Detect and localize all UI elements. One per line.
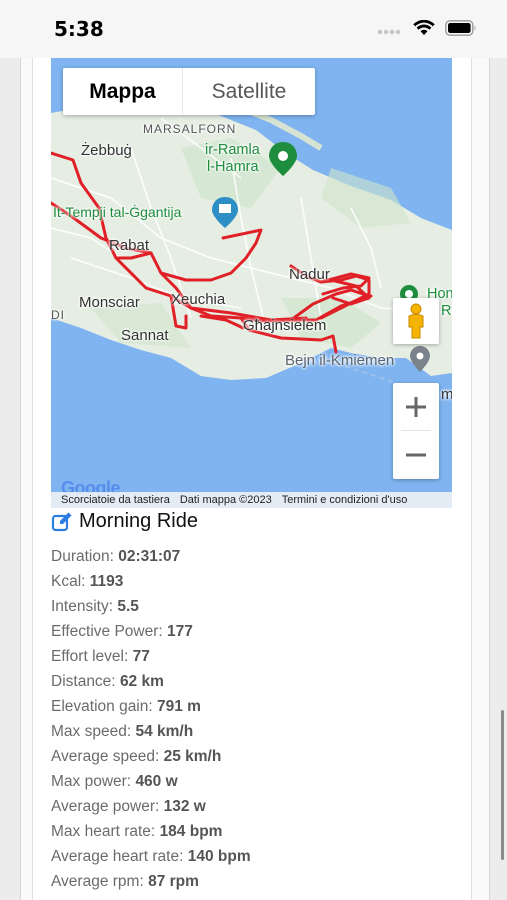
- stat-label: Intensity:: [51, 598, 114, 615]
- map-label-sannat: Sannat: [121, 327, 169, 344]
- stat-elevation-gain: Elevation gain: 791 m: [51, 694, 461, 719]
- scroll-indicator[interactable]: [501, 710, 504, 860]
- map-data-link[interactable]: Dati mappa ©2023: [175, 494, 277, 506]
- map-attribution-bar: Scorciatoie da tastiera Dati mappa ©2023…: [51, 492, 452, 508]
- zoom-in-button[interactable]: [393, 383, 439, 431]
- map-label-bejn: Bejn il-Kmiemen: [285, 352, 395, 369]
- stat-value: 1193: [89, 573, 124, 590]
- stat-label: Distance:: [51, 673, 116, 690]
- stat-value: 791 m: [157, 698, 201, 715]
- terms-link[interactable]: Termini e condizioni d'uso: [277, 494, 413, 506]
- stat-label: Average rpm:: [51, 873, 144, 890]
- stat-label: Max power:: [51, 773, 132, 790]
- minus-icon: [406, 453, 426, 457]
- stat-intensity: Intensity: 5.5: [51, 594, 461, 619]
- zoom-control: [393, 383, 439, 479]
- stat-average-speed: Average speed: 25 km/h: [51, 744, 461, 769]
- stat-value: 184 bpm: [159, 823, 223, 840]
- stat-label: Average speed:: [51, 748, 160, 765]
- edit-icon[interactable]: [51, 511, 73, 533]
- ride-title: Morning Ride: [79, 510, 198, 532]
- stat-average-heart-rate: Average heart rate: 140 bpm: [51, 844, 461, 869]
- map-label-zebbug: Żebbuġ: [81, 142, 132, 159]
- pegman-icon: [408, 303, 424, 339]
- zoom-out-button[interactable]: [393, 431, 439, 479]
- map-label-marsalforn: MARSALFORN: [143, 122, 237, 136]
- stat-max-heart-rate: Max heart rate: 184 bpm: [51, 819, 461, 844]
- stat-effective-power: Effective Power: 177: [51, 619, 461, 644]
- signal-icon: [377, 29, 401, 35]
- map-label-r: R: [441, 303, 452, 319]
- stat-value: 62 km: [119, 673, 164, 690]
- stat-value: 25 km/h: [163, 748, 222, 765]
- stat-label: Average heart rate:: [51, 848, 184, 865]
- street-view-button[interactable]: [393, 298, 439, 344]
- stat-label: Kcal:: [51, 573, 86, 590]
- map-canvas[interactable]: [51, 58, 452, 508]
- stat-value: 87 rpm: [148, 873, 199, 890]
- plus-icon: [406, 397, 426, 417]
- stat-value: 140 bpm: [187, 848, 251, 865]
- stat-distance: Distance: 62 km: [51, 669, 461, 694]
- stat-value: 77: [132, 648, 150, 665]
- status-time: 5:38: [54, 17, 104, 41]
- stat-value: 132 w: [163, 798, 206, 815]
- map-label-ggantija: It-Tempji tal-Ġgantija: [53, 204, 182, 220]
- stat-label: Average power:: [51, 798, 160, 815]
- map-label-ramla-2: l-Hamra: [207, 159, 259, 175]
- map-label-nadur: Nadur: [289, 266, 330, 283]
- status-icons: [377, 20, 477, 36]
- status-bar: 5:38: [0, 0, 507, 58]
- stat-label: Effective Power:: [51, 623, 163, 640]
- map-label-rabat: Rabat: [109, 237, 150, 254]
- stat-max-speed: Max speed: 54 km/h: [51, 719, 461, 744]
- stat-value: 177: [167, 623, 193, 640]
- stat-duration: Duration: 02:31:07: [51, 544, 461, 569]
- map-label-xeuchia: Xeuchia: [171, 291, 226, 308]
- stat-effort-level: Effort level: 77: [51, 644, 461, 669]
- map-label-m: m: [441, 386, 452, 403]
- route-map[interactable]: MARSALFORN Żebbuġ ir-Ramla l-Hamra It-Te…: [51, 58, 452, 508]
- map-label-di: DI: [51, 308, 65, 322]
- stat-label: Max heart rate:: [51, 823, 156, 840]
- stat-label: Effort level:: [51, 648, 129, 665]
- ride-stats: Duration: 02:31:07 Kcal: 1193 Intensity:…: [51, 544, 461, 894]
- map-label-ramla: ir-Ramla: [205, 142, 260, 158]
- battery-icon: [445, 20, 476, 36]
- stat-kcal: Kcal: 1193: [51, 569, 461, 594]
- map-type-map-button[interactable]: Mappa: [63, 68, 183, 115]
- ride-title-row: Morning Ride: [51, 510, 198, 533]
- wifi-icon: [413, 20, 435, 35]
- stat-average-power: Average power: 132 w: [51, 794, 461, 819]
- stat-value: 02:31:07: [118, 548, 181, 565]
- stat-label: Max speed:: [51, 723, 132, 740]
- stat-label: Elevation gain:: [51, 698, 153, 715]
- stat-value: 5.5: [117, 598, 139, 615]
- stat-average-rpm: Average rpm: 87 rpm: [51, 869, 461, 894]
- map-label-monsciar: Monsciar: [79, 294, 140, 311]
- stat-value: 54 km/h: [135, 723, 194, 740]
- stat-max-power: Max power: 460 w: [51, 769, 461, 794]
- keyboard-shortcuts-link[interactable]: Scorciatoie da tastiera: [51, 494, 175, 506]
- map-label-ghajnsielem: Għajnsielem: [243, 317, 327, 334]
- map-type-control: Mappa Satellite: [63, 68, 315, 115]
- map-type-satellite-button[interactable]: Satellite: [183, 68, 315, 115]
- stat-label: Duration:: [51, 548, 114, 565]
- stat-value: 460 w: [135, 773, 178, 790]
